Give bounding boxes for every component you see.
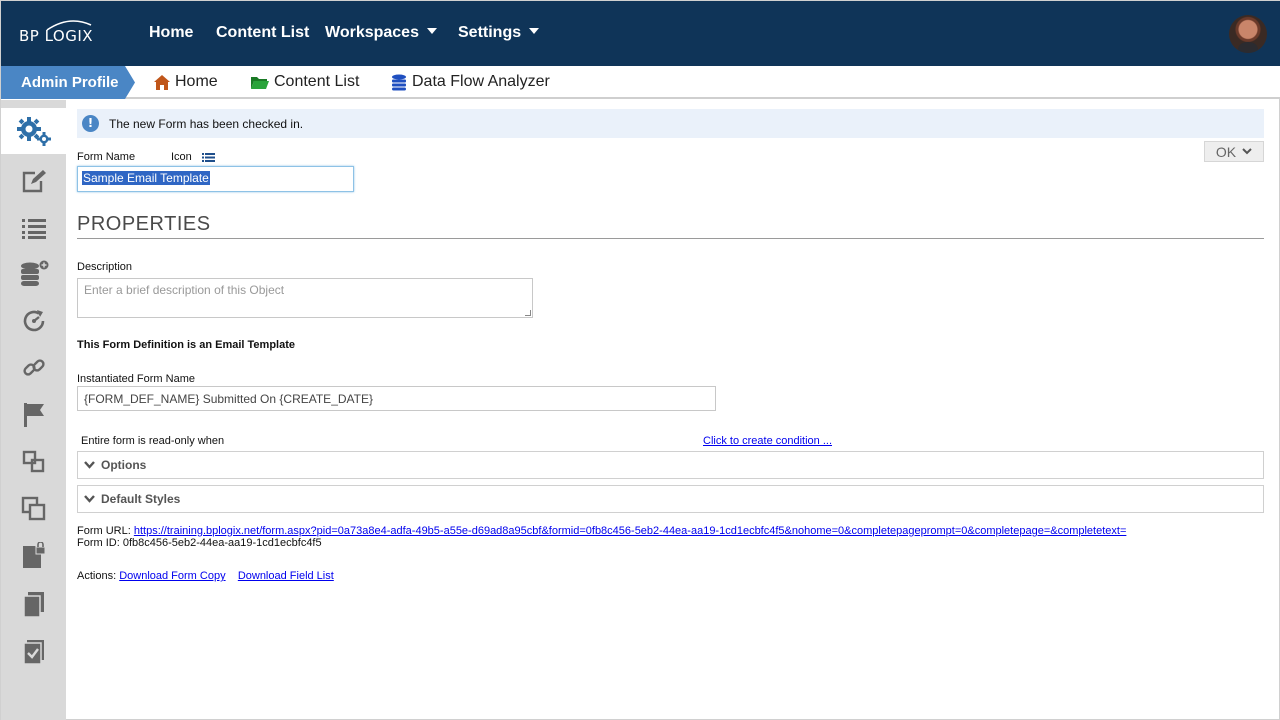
file-lock-icon: [22, 542, 45, 568]
subnav-home-label: Home: [175, 73, 218, 90]
readonly-condition-label: Entire form is read-only when: [81, 435, 225, 447]
sidebar: [1, 100, 66, 720]
default-styles-section-label: Default Styles: [101, 492, 181, 506]
ok-button[interactable]: OK: [1204, 141, 1264, 162]
clone-icon: [21, 496, 45, 521]
topnav-home[interactable]: Home: [149, 24, 193, 42]
download-form-copy-link[interactable]: Download Form Copy: [119, 570, 225, 582]
top-navbar: BP LOGIX Home Content List Workspaces Se…: [1, 1, 1280, 66]
topnav-settings[interactable]: Settings: [458, 24, 540, 42]
link-icon: [22, 359, 45, 376]
sidebar-item-clone[interactable]: [1, 486, 66, 532]
instantiated-name-value: {FORM_DEF_NAME} Submitted On {CREATE_DAT…: [84, 392, 373, 406]
brand-logo[interactable]: BP LOGIX: [19, 19, 109, 49]
flag-icon: [23, 403, 44, 427]
icon-label: Icon: [171, 151, 192, 163]
checklist-icon: [22, 640, 44, 665]
chevron-down-icon: [529, 28, 540, 34]
instantiated-name-label: Instantiated Form Name: [77, 373, 195, 385]
download-field-list-link[interactable]: Download Field List: [238, 570, 334, 582]
form-id-value: 0fb8c456-5eb2-44ea-aa19-1cd1ecbfc4f5: [122, 537, 322, 549]
email-template-note: This Form Definition is an Email Templat…: [77, 339, 295, 351]
secondary-navbar: Admin Profile Home Content List Data Flo…: [1, 66, 1280, 99]
list-icon: [21, 219, 46, 239]
folder-icon: [251, 77, 269, 89]
form-url-link[interactable]: https://training.bplogix.net/form.aspx?p…: [134, 525, 1127, 537]
app-window: BP LOGIX Home Content List Workspaces Se…: [0, 0, 1280, 720]
exclamation-icon: !: [82, 115, 99, 132]
alert-text: The new Form has been checked in.: [109, 116, 304, 131]
sidebar-item-history[interactable]: [1, 298, 66, 344]
sidebar-item-flags[interactable]: [1, 392, 66, 438]
chevron-down-icon: [84, 461, 95, 469]
home-icon: [154, 74, 170, 90]
actions-label: Actions:: [77, 570, 117, 582]
subnav-home[interactable]: Home: [153, 73, 218, 91]
sidebar-item-properties[interactable]: [1, 108, 66, 154]
sidebar-item-links[interactable]: [1, 345, 66, 391]
edit-icon: [22, 170, 46, 193]
topnav-content-list-label: Content List: [216, 24, 310, 41]
refresh-gauge-icon: [23, 310, 44, 332]
admin-profile-tab[interactable]: Admin Profile: [1, 66, 135, 99]
form-name-value: Sample Email Template: [82, 171, 210, 185]
main-content: ! The new Form has been checked in. OK F…: [66, 100, 1280, 720]
create-condition-link[interactable]: Click to create condition ...: [703, 435, 832, 447]
form-id-label: Form ID:: [77, 537, 120, 549]
sidebar-item-list[interactable]: [1, 205, 66, 251]
form-id-line: Form ID: 0fb8c456-5eb2-44ea-aa19-1cd1ecb…: [77, 537, 322, 549]
topnav-settings-label: Settings: [458, 24, 522, 41]
chevron-down-icon: [84, 495, 95, 503]
copy-shapes-icon: [22, 450, 44, 473]
pages-icon: [22, 592, 44, 618]
options-section-header[interactable]: Options: [77, 451, 1264, 479]
form-url-label: Form URL:: [77, 525, 131, 537]
database-icon: [392, 74, 406, 90]
gears-icon: [16, 117, 51, 146]
topnav-workspaces-label: Workspaces: [325, 24, 419, 41]
form-url-line: Form URL: https://training.bplogix.net/f…: [77, 525, 1126, 537]
resize-handle-icon[interactable]: [525, 310, 531, 316]
instantiated-name-field[interactable]: {FORM_DEF_NAME} Submitted On {CREATE_DAT…: [77, 386, 716, 411]
chevron-down-icon: [1242, 148, 1252, 155]
avatar[interactable]: [1229, 15, 1267, 53]
info-alert: ! The new Form has been checked in.: [77, 109, 1264, 138]
description-label: Description: [77, 261, 133, 273]
sidebar-item-relations[interactable]: [1, 439, 66, 485]
sidebar-item-pages[interactable]: [1, 582, 66, 628]
subnav-data-flow-analyzer-label: Data Flow Analyzer: [412, 73, 550, 90]
description-textarea[interactable]: Enter a brief description of this Object: [77, 278, 533, 318]
database-add-icon: [20, 260, 48, 286]
subnav-data-flow-analyzer[interactable]: Data Flow Analyzer: [390, 73, 550, 91]
chevron-down-icon: [426, 28, 437, 34]
actions-line: Actions: Download Form Copy Download Fie…: [77, 570, 334, 582]
sidebar-item-edit[interactable]: [1, 158, 66, 204]
form-name-field[interactable]: Sample Email Template: [77, 166, 354, 192]
properties-heading: PROPERTIES: [77, 213, 1264, 239]
default-styles-section-header[interactable]: Default Styles: [77, 485, 1264, 513]
options-section-label: Options: [101, 458, 147, 472]
ok-button-label: OK: [1215, 143, 1237, 160]
topnav-home-label: Home: [149, 24, 194, 41]
subnav-content-list[interactable]: Content List: [250, 73, 359, 91]
form-name-label: Form Name: [77, 151, 136, 163]
subnav-content-list-label: Content List: [274, 73, 360, 90]
topnav-workspaces[interactable]: Workspaces: [325, 24, 437, 42]
sidebar-item-checklist[interactable]: [1, 629, 66, 675]
description-placeholder: Enter a brief description of this Object: [84, 283, 285, 297]
logo-text: BP LOGIX: [19, 27, 94, 45]
sidebar-item-security[interactable]: [1, 533, 66, 579]
topnav-content-list[interactable]: Content List: [216, 24, 309, 42]
sidebar-item-data-sources[interactable]: [1, 251, 66, 297]
icon-picker-list-icon[interactable]: [202, 153, 216, 162]
